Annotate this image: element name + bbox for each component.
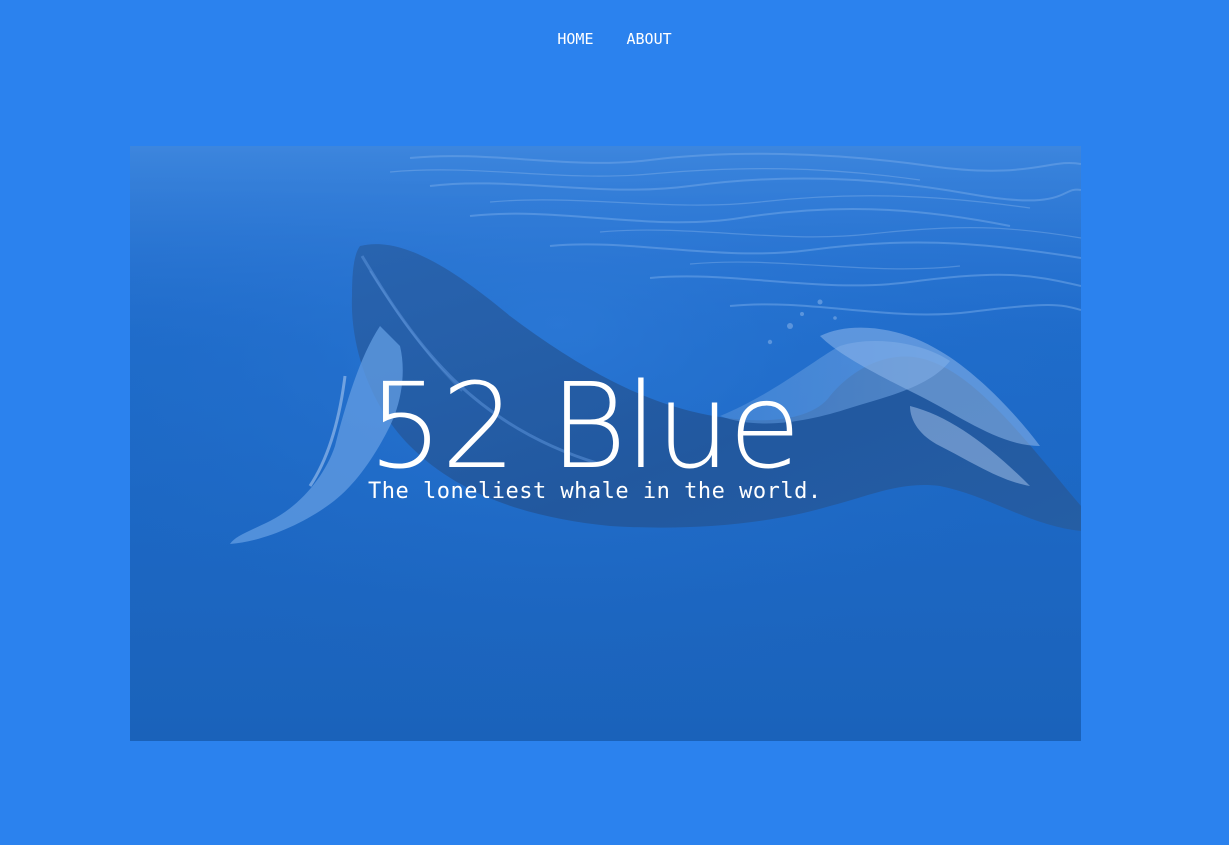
nav-link-about[interactable]: ABOUT — [626, 28, 671, 50]
nav-link-home[interactable]: HOME — [557, 28, 593, 50]
hero-text-block: 52 Blue The loneliest whale in the world… — [368, 361, 848, 506]
top-nav: HOME ABOUT — [0, 28, 1229, 50]
hero-title: 52 Blue — [368, 357, 801, 495]
hero-banner: 52 Blue The loneliest whale in the world… — [130, 146, 1081, 741]
